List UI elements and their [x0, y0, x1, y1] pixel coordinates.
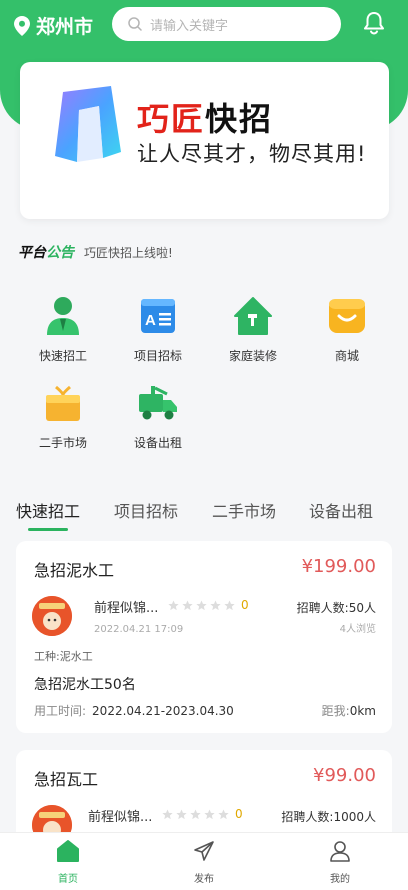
job-card[interactable]: 急招泥水工 ¥199.00 前程似锦... 0 招聘人数:50人 4人浏览 20…: [16, 541, 392, 733]
post-date: 2022.04.21 17:09: [94, 624, 184, 635]
bottom-tab-bar: 首页 发布 我的: [0, 832, 408, 890]
shop-icon: [325, 294, 369, 338]
tabbar-publish[interactable]: 发布: [174, 839, 234, 885]
tab-second-hand[interactable]: 二手市场: [212, 498, 276, 522]
gift-box-icon: [41, 381, 85, 425]
tabbar-home[interactable]: 首页: [38, 839, 98, 885]
star-icon: [196, 599, 207, 610]
tab-quick-hire[interactable]: 快速招工: [16, 498, 80, 522]
job-title: 急招瓦工: [34, 770, 99, 789]
svg-text:A: A: [145, 312, 156, 329]
star-icon: [168, 599, 179, 610]
star-icon: [224, 599, 235, 610]
job-price: ¥199.00: [301, 556, 376, 577]
city-name: 郑州市: [36, 16, 94, 38]
house-hammer-icon: [231, 294, 275, 338]
search-placeholder: 请输入关键字: [150, 18, 229, 34]
listing-tabs: 快速招工 项目招标 二手市场 设备出租: [0, 498, 408, 534]
recruit-count: 招聘人数:1000人: [281, 810, 376, 824]
work-time: 用工时间: 2022.04.21-2023.04.30: [34, 704, 234, 718]
company-rating: 0: [168, 598, 249, 612]
send-icon: [194, 841, 214, 861]
tab-equipment-rental[interactable]: 设备出租: [309, 498, 373, 522]
star-icon: [218, 808, 229, 819]
job-type: 工种:泥水工: [34, 650, 93, 663]
job-description: 急招泥水工50名: [34, 677, 136, 693]
category-second-hand[interactable]: 二手市场: [23, 381, 103, 451]
category-project-bid[interactable]: A 项目招标: [118, 294, 198, 364]
active-tab-indicator: [28, 528, 68, 531]
announcement-tag: 平台公告: [18, 245, 74, 261]
job-title: 急招泥水工: [34, 561, 115, 580]
company-name: 前程似锦...: [88, 810, 153, 825]
star-icon: [190, 808, 201, 819]
search-icon: [128, 17, 142, 31]
truck-icon: [136, 381, 180, 425]
category-quick-hire[interactable]: 快速招工: [23, 294, 103, 364]
search-input[interactable]: 请输入关键字: [112, 7, 341, 41]
job-price: ¥99.00: [313, 765, 376, 786]
star-icon: [182, 599, 193, 610]
announcement-text: 巧匠快招上线啦!: [84, 245, 173, 260]
company-rating: 0: [162, 807, 243, 821]
banner-title: 巧匠快招: [137, 100, 274, 138]
distance: 距我:0km: [321, 704, 376, 718]
announcement-bar[interactable]: 平台公告 巧匠快招上线啦!: [18, 242, 173, 262]
banner-slogan: 让人尽其才，物尽其用!: [137, 142, 367, 166]
star-icon: [176, 808, 187, 819]
star-icon: [210, 599, 221, 610]
view-count: 4人浏览: [339, 624, 376, 635]
city-selector[interactable]: 郑州市: [14, 12, 93, 39]
promo-banner[interactable]: 巧匠快招 让人尽其才，物尽其用!: [20, 62, 389, 219]
category-shop[interactable]: 商城: [307, 294, 387, 364]
app-logo: [55, 86, 121, 162]
star-icon: [162, 808, 173, 819]
location-pin-icon: [14, 15, 30, 36]
rating-value: 0: [241, 598, 249, 612]
tab-project-bid[interactable]: 项目招标: [114, 498, 178, 522]
recruit-count: 招聘人数:50人: [296, 601, 376, 615]
document-icon: A: [136, 294, 180, 338]
tabbar-mine[interactable]: 我的: [310, 839, 370, 885]
company-avatar: [32, 596, 72, 636]
star-icon: [204, 808, 215, 819]
home-icon: [57, 840, 79, 862]
category-equipment-rental[interactable]: 设备出租: [118, 381, 198, 451]
worker-icon: [41, 294, 85, 338]
rating-value: 0: [235, 807, 243, 821]
category-home-renovation[interactable]: 家庭装修: [213, 294, 293, 364]
company-name: 前程似锦...: [94, 601, 159, 616]
notification-bell-icon[interactable]: [363, 11, 385, 39]
user-icon: [330, 841, 350, 862]
